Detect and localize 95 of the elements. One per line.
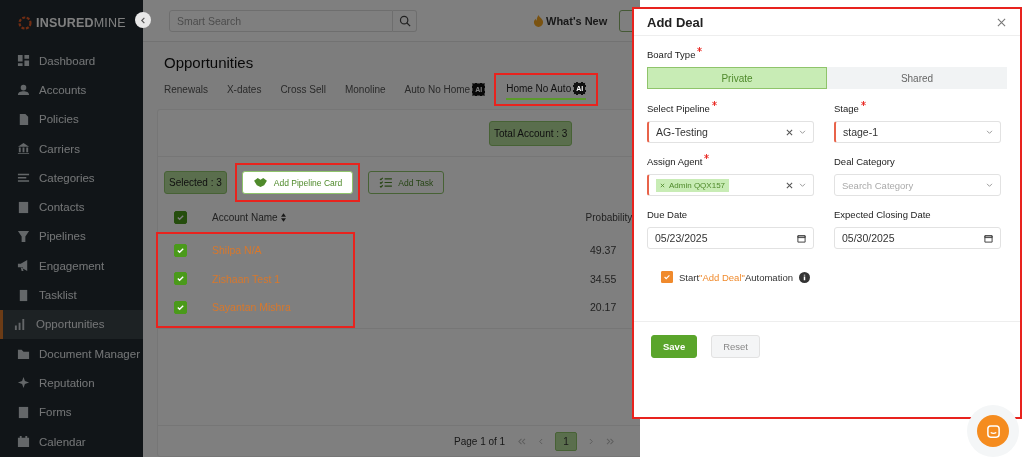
field-label: Board Type — [647, 49, 696, 60]
bank-icon — [17, 142, 30, 156]
funnel-icon — [17, 229, 30, 243]
date-field[interactable]: 05/23/2025 — [647, 227, 814, 249]
probability-cell: 20.17 — [590, 301, 617, 314]
automation-checkbox[interactable] — [661, 271, 673, 283]
sort-icon[interactable] — [280, 212, 286, 222]
sidebar-item[interactable]: Pipelines — [0, 221, 143, 252]
brand-logo: INSUREDMINE — [36, 16, 126, 30]
sidebar-item[interactable]: Dashboard — [0, 46, 143, 76]
folder-icon — [17, 347, 30, 361]
reset-button[interactable]: Reset — [711, 335, 760, 358]
search-icon — [398, 14, 411, 27]
column-header[interactable]: Account Name — [212, 211, 278, 223]
chevron-down-icon[interactable] — [799, 182, 806, 188]
automation-label: Start"Add Deal"Automation — [679, 271, 793, 283]
row-checkbox[interactable] — [174, 300, 187, 314]
tab[interactable]: Cross Sell — [280, 80, 326, 98]
tab[interactable]: X-dates — [226, 80, 262, 98]
info-icon[interactable] — [798, 271, 810, 283]
chat-icon — [985, 423, 1001, 439]
document-icon — [17, 112, 30, 126]
chevron-down-icon[interactable] — [986, 129, 993, 135]
chevron-down-icon[interactable] — [986, 182, 993, 188]
calendar-icon[interactable] — [797, 233, 806, 243]
field-label: Assign Agent — [647, 156, 703, 167]
probability-cell: 34.55 — [590, 272, 617, 285]
sidebar-item[interactable]: Contacts — [0, 192, 143, 222]
sidebar-item[interactable]: Opportunities — [0, 309, 143, 339]
field-label: Deal Category — [834, 156, 895, 167]
sidebar-item[interactable]: Calendar — [0, 426, 143, 457]
check-icon — [663, 273, 671, 281]
column-header: Probability — [585, 211, 633, 223]
row-checkbox[interactable] — [174, 243, 187, 257]
chevron-left-icon — [139, 16, 147, 24]
list-icon — [17, 171, 30, 185]
check-icon — [176, 302, 185, 312]
drawer-title: Add Deal — [647, 14, 704, 30]
select-field[interactable]: stage-1 — [834, 121, 1001, 143]
chat-button[interactable] — [977, 415, 1009, 447]
sidebar-item[interactable]: Carriers — [0, 133, 143, 164]
calendar-icon[interactable] — [984, 233, 993, 243]
total-account-badge: Total Account : 3 — [489, 120, 573, 146]
sidebar-item[interactable]: Forms — [0, 397, 143, 427]
add-task-button[interactable]: Add Task — [368, 171, 445, 194]
check-icon — [176, 245, 185, 255]
field-label: Due Date — [647, 209, 688, 220]
check-icon — [176, 212, 185, 222]
remove-icon[interactable] — [660, 182, 665, 188]
check-icon — [176, 274, 185, 284]
person-icon — [17, 83, 30, 97]
tab[interactable]: Monoline — [344, 80, 386, 98]
required-asterisk-icon — [711, 101, 717, 106]
sidebar-item[interactable]: Policies — [0, 104, 143, 134]
save-button[interactable]: Save — [651, 335, 698, 358]
sidebar-item[interactable]: Accounts — [0, 75, 143, 105]
board-type-option[interactable]: Private — [647, 67, 827, 89]
sparkle-icon — [17, 376, 30, 390]
page-summary: Page 1 of 1 — [454, 435, 506, 447]
select-field[interactable]: Admin QQX157 — [647, 174, 814, 196]
selected-count-badge: Selected : 3 — [164, 171, 227, 194]
field-label: Expected Closing Date — [834, 209, 931, 220]
sidebar-item[interactable]: Tasklist — [0, 280, 143, 310]
sidebar-item[interactable]: Categories — [0, 163, 143, 193]
agent-tag[interactable]: Admin QQX157 — [656, 178, 730, 192]
page-title: Opportunities — [164, 54, 254, 71]
calendar-icon — [17, 435, 30, 448]
date-field[interactable]: 05/30/2025 — [834, 227, 1001, 249]
field-label: Stage — [834, 103, 859, 114]
checklist-icon — [379, 177, 393, 188]
chevron-down-icon[interactable] — [799, 129, 806, 135]
grid-icon — [17, 54, 30, 68]
page-button[interactable]: 1 — [555, 431, 577, 451]
close-icon[interactable] — [997, 17, 1006, 27]
flame-icon — [533, 14, 544, 27]
field-label: Select Pipeline — [647, 103, 710, 114]
bar-chart-icon — [14, 317, 27, 331]
select-all-checkbox[interactable] — [174, 210, 187, 224]
tab[interactable]: Renewals — [164, 80, 208, 98]
select-field[interactable]: Search Category — [834, 174, 1001, 196]
required-asterisk-icon — [704, 154, 710, 159]
required-asterisk-icon — [860, 101, 866, 106]
clear-icon[interactable] — [786, 128, 793, 136]
logo-icon — [18, 16, 32, 30]
whats-new-link[interactable]: What's New — [533, 14, 608, 27]
select-field[interactable]: AG-Testing — [647, 121, 814, 143]
probability-cell: 49.37 — [590, 244, 617, 257]
sidebar-item[interactable]: Reputation — [0, 368, 143, 398]
megaphone-icon — [17, 259, 30, 273]
search-button[interactable] — [393, 9, 417, 32]
board-type-option[interactable]: Shared — [827, 67, 1007, 89]
add-pipeline-card-button[interactable]: Add Pipeline Card — [241, 171, 354, 194]
clear-icon[interactable] — [786, 181, 793, 189]
row-checkbox[interactable] — [174, 272, 187, 286]
sidebar-item[interactable]: Engagement — [0, 251, 143, 281]
